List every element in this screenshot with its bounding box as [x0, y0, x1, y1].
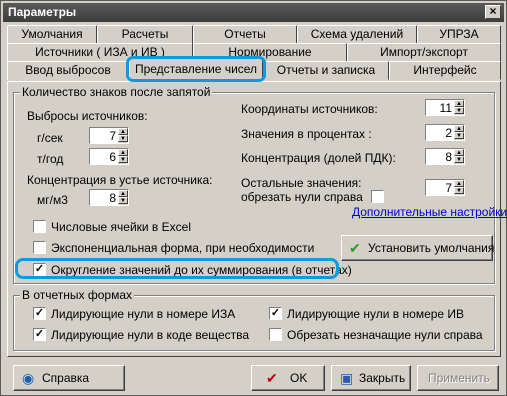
iza-zeros-checkbox[interactable]: ✓ — [33, 307, 46, 320]
ok-check-icon: ✔ — [266, 370, 278, 386]
coords-label: Координаты источников: — [241, 102, 378, 116]
pdk-label: Концентрация (долей ПДК): — [241, 151, 396, 165]
tab-reports-and-note[interactable]: Отчеты и записка — [263, 61, 389, 80]
mouth-concentration-label: Концентрация в устье источника: — [27, 173, 213, 187]
excel-checkbox[interactable] — [33, 220, 46, 233]
emissions-label: Выбросы источников: — [27, 109, 148, 123]
gs-spinner[interactable]: 7 ▲ ▼ — [89, 127, 129, 144]
percent-spinner[interactable]: 2 ▲ ▼ — [425, 124, 465, 141]
ty-spinner[interactable]: 6 ▲ ▼ — [89, 148, 129, 165]
substance-zeros-checkbox[interactable]: ✓ — [33, 328, 46, 341]
help-label: Справка — [42, 371, 90, 385]
coords-spin-arrows[interactable]: ▲ ▼ — [454, 100, 464, 115]
exp-checkbox[interactable] — [33, 241, 46, 254]
ok-label: OK — [290, 371, 308, 385]
other-value: 7 — [445, 181, 452, 195]
close-button[interactable]: ▣ Закрыть — [331, 365, 411, 391]
pdk-spinner[interactable]: 8 ▲ ▼ — [425, 148, 465, 165]
tab-reports[interactable]: Отчеты — [193, 25, 297, 44]
title-bar: Параметры × — [3, 3, 504, 22]
trim-insignificant-checkbox[interactable] — [269, 328, 282, 341]
pdk-value: 8 — [445, 150, 452, 164]
set-defaults-button[interactable]: ✔ Установить умолчания — [341, 235, 495, 261]
tab-calculations[interactable]: Расчеты — [97, 25, 193, 44]
help-icon: ◉ — [22, 370, 35, 386]
mgm3-value: 8 — [109, 191, 116, 205]
iv-zeros-checkbox[interactable]: ✓ — [269, 307, 282, 320]
trim-zeros-label: обрезать нули справа — [241, 190, 363, 204]
set-defaults-label: Установить умолчания — [368, 241, 495, 255]
ty-label: т/год — [37, 152, 64, 166]
percent-spin-arrows[interactable]: ▲ ▼ — [454, 125, 464, 140]
gs-label: г/сек — [37, 131, 63, 145]
tab-emission-input[interactable]: Ввод выбросов — [7, 61, 129, 80]
tab-import-export[interactable]: Импорт/экспорт — [347, 43, 501, 62]
close-label: Закрыть — [359, 371, 406, 385]
report-forms-group: В отчетных формах — [13, 288, 495, 351]
gs-value: 7 — [109, 129, 116, 143]
close-window-button[interactable]: × — [485, 5, 501, 19]
exp-label: Экспоненциальная форма, при необходимост… — [51, 241, 315, 255]
tab-uprza[interactable]: УПРЗА — [417, 25, 501, 44]
trim-zeros-checkbox[interactable] — [371, 190, 384, 203]
door-icon: ▣ — [340, 370, 354, 386]
iv-zeros-label: Лидирующие нули в номере ИВ — [287, 307, 465, 321]
report-forms-title: В отчетных формах — [20, 288, 134, 302]
more-settings-link[interactable]: Дополнительные настройки — [352, 205, 507, 219]
percent-value: 2 — [445, 126, 452, 140]
coords-spinner[interactable]: 11 ▲ ▼ — [425, 99, 465, 116]
other-spin-arrows[interactable]: ▲ ▼ — [454, 180, 464, 195]
window-title: Параметры — [8, 5, 77, 19]
excel-label: Числовые ячейки в Excel — [51, 220, 191, 234]
tab-removal-scheme[interactable]: Схема удалений — [297, 25, 417, 44]
checkmark-icon: ✔ — [349, 240, 361, 256]
coords-value: 11 — [439, 101, 452, 115]
apply-label: Применить — [428, 371, 491, 385]
mgm3-label: мг/м3 — [37, 193, 68, 207]
percent-label: Значения в процентах : — [241, 127, 372, 141]
ok-button[interactable]: ✔ OK — [251, 365, 325, 391]
pdk-spin-arrows[interactable]: ▲ ▼ — [454, 149, 464, 164]
tab-interface[interactable]: Интерфейс — [389, 61, 501, 80]
parameters-dialog: Параметры × Умолчания Расчеты Отчеты Схе… — [0, 0, 507, 396]
round-label: Округление значений до их суммирования (… — [51, 263, 352, 277]
help-button[interactable]: ◉ Справка — [13, 365, 125, 391]
other-spinner[interactable]: 7 ▲ ▼ — [425, 179, 465, 196]
decimals-group-title: Количество знаков после запятой — [20, 85, 213, 99]
mgm3-spinner[interactable]: 8 ▲ ▼ — [89, 189, 129, 206]
apply-button[interactable]: Применить — [417, 365, 499, 391]
tab-defaults[interactable]: Умолчания — [7, 25, 97, 44]
other-values-label: Остальные значения: — [241, 176, 362, 190]
tab-number-format[interactable]: Представление чисел — [129, 58, 263, 80]
ty-spin-arrows[interactable]: ▲ ▼ — [118, 149, 128, 164]
round-checkbox[interactable]: ✓ — [33, 263, 46, 276]
trim-insignificant-label: Обрезать незначащие нули справа — [287, 328, 483, 342]
iza-zeros-label: Лидирующие нули в номере ИЗА — [51, 307, 236, 321]
gs-spin-arrows[interactable]: ▲ ▼ — [118, 128, 128, 143]
mgm3-spin-arrows[interactable]: ▲ ▼ — [118, 190, 128, 205]
ty-value: 6 — [109, 150, 116, 164]
substance-zeros-label: Лидирующие нули в коде вещества — [51, 328, 250, 342]
